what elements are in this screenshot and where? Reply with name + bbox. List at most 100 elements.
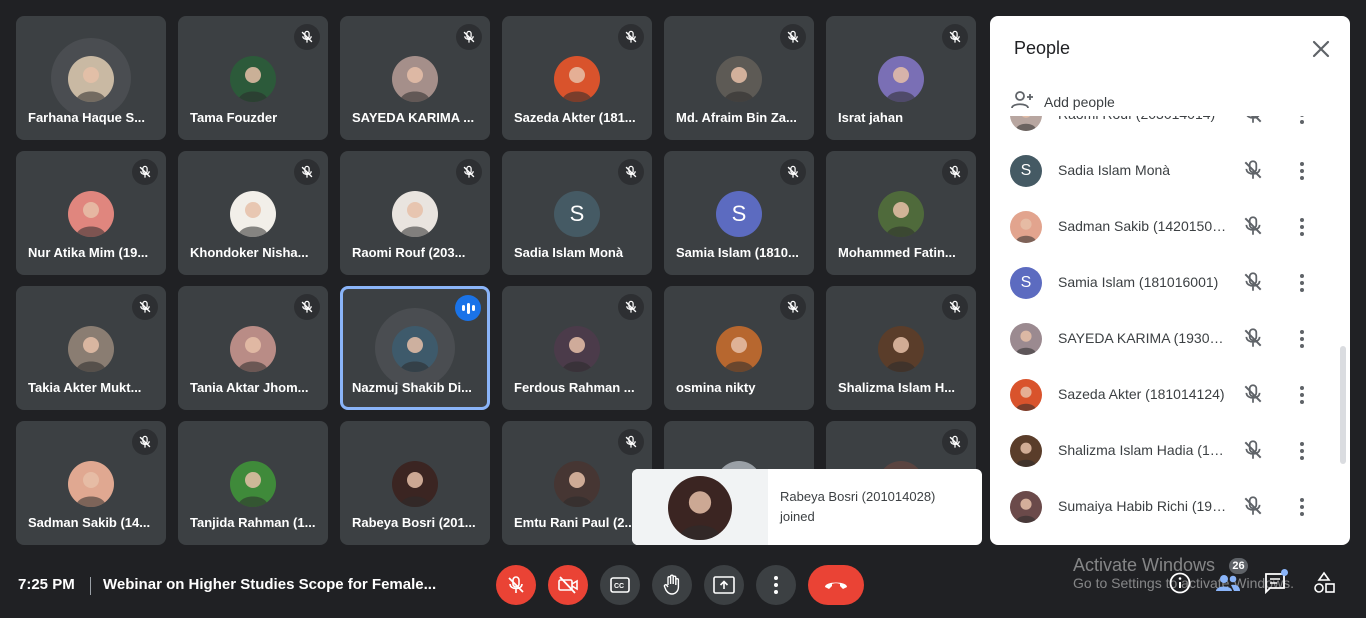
more-options-button[interactable] (756, 565, 796, 605)
participant-avatar (68, 56, 114, 102)
participant-avatar (716, 326, 762, 372)
participant-tile[interactable]: Takia Akter Mukt... (16, 286, 166, 410)
meeting-details-button[interactable] (1168, 571, 1194, 597)
participant-avatar (554, 461, 600, 507)
people-list-item[interactable]: SAYEDA KARIMA (193014... (990, 311, 1335, 367)
participant-avatar (554, 56, 600, 102)
people-list-scrollbar[interactable] (1340, 346, 1346, 464)
person-avatar (1010, 379, 1042, 411)
more-vert-icon[interactable] (1292, 439, 1312, 463)
mic-off-icon (132, 429, 158, 455)
participant-name: Samia Islam (1810... (676, 245, 799, 260)
divider (90, 577, 91, 595)
participant-tile[interactable]: Md. Afraim Bin Za... (664, 16, 814, 140)
participant-tile[interactable]: Shalizma Islam H... (826, 286, 976, 410)
mic-off-icon[interactable] (1242, 439, 1266, 463)
mic-off-icon (294, 294, 320, 320)
activities-button[interactable] (1312, 571, 1338, 597)
person-name: Sadman Sakib (142015023) (1058, 218, 1228, 234)
participant-tile[interactable]: osmina nikty (664, 286, 814, 410)
participant-tile[interactable]: Nazmuj Shakib Di... (340, 286, 490, 410)
more-vert-icon[interactable] (1292, 383, 1312, 407)
participant-avatar (392, 461, 438, 507)
mic-off-icon[interactable] (1242, 215, 1266, 239)
people-button[interactable] (1215, 571, 1241, 597)
participant-tile[interactable]: Israt jahan (826, 16, 976, 140)
people-list-item[interactable]: Sadman Sakib (142015023) (990, 199, 1335, 255)
mic-off-icon (508, 576, 524, 593)
more-vert-icon[interactable] (1292, 215, 1312, 239)
mic-off-icon (132, 159, 158, 185)
participant-name: Nazmuj Shakib Di... (352, 380, 472, 395)
participant-name: Takia Akter Mukt... (28, 380, 142, 395)
hand-icon (663, 574, 680, 595)
participant-avatar (230, 461, 276, 507)
camera-toggle-button[interactable] (548, 565, 588, 605)
participant-tile[interactable]: Emtu Rani Paul (2... (502, 421, 652, 545)
more-vert-icon[interactable] (1292, 327, 1312, 351)
participant-tile[interactable]: S Sadia Islam Monà (502, 151, 652, 275)
raise-hand-button[interactable] (652, 565, 692, 605)
people-list-item[interactable]: S Sadia Islam Monà (990, 143, 1335, 199)
participant-avatar (716, 56, 762, 102)
more-vert-icon[interactable] (1292, 271, 1312, 295)
participant-tile[interactable]: S Samia Islam (1810... (664, 151, 814, 275)
mic-off-icon (294, 159, 320, 185)
more-vert-icon[interactable] (1292, 116, 1312, 127)
person-name: SAYEDA KARIMA (193014... (1058, 330, 1228, 346)
mic-off-icon (780, 294, 806, 320)
present-icon (713, 576, 735, 594)
more-vert-icon[interactable] (1292, 159, 1312, 183)
participant-tile[interactable]: Khondoker Nisha... (178, 151, 328, 275)
person-avatar (1010, 116, 1042, 131)
mic-off-icon[interactable] (1242, 271, 1266, 295)
people-list-item[interactable]: Raomi Rouf (203014014) (990, 116, 1335, 143)
participant-tile[interactable]: Sazeda Akter (181... (502, 16, 652, 140)
end-call-icon (825, 582, 847, 589)
participant-name: Raomi Rouf (203... (352, 245, 466, 260)
leave-call-button[interactable] (808, 565, 864, 605)
participant-tile[interactable]: Mohammed Fatin... (826, 151, 976, 275)
people-list-item[interactable]: Sumaiya Habib Richi (193... (990, 479, 1335, 535)
mic-off-icon (942, 159, 968, 185)
mic-off-icon[interactable] (1242, 159, 1266, 183)
participant-tile[interactable]: Raomi Rouf (203... (340, 151, 490, 275)
participant-tile[interactable]: Sadman Sakib (14... (16, 421, 166, 545)
participant-tile[interactable]: SAYEDA KARIMA ... (340, 16, 490, 140)
participant-avatar (68, 326, 114, 372)
people-list-item[interactable]: Sazeda Akter (181014124) (990, 367, 1335, 423)
participant-tile[interactable]: Tania Aktar Jhom... (178, 286, 328, 410)
microphone-toggle-button[interactable] (496, 565, 536, 605)
participant-tile[interactable]: Tanjida Rahman (1... (178, 421, 328, 545)
person-avatar (1010, 491, 1042, 523)
mic-off-icon (780, 159, 806, 185)
join-notification: Rabeya Bosri (201014028) joined (632, 469, 982, 545)
participant-tile[interactable]: Nur Atika Mim (19... (16, 151, 166, 275)
mic-off-icon[interactable] (1242, 327, 1266, 351)
mic-off-icon (618, 159, 644, 185)
captions-button[interactable]: CC (600, 565, 640, 605)
mic-off-icon[interactable] (1242, 383, 1266, 407)
participant-tile[interactable]: Tama Fouzder (178, 16, 328, 140)
more-vert-icon[interactable] (1292, 495, 1312, 519)
close-icon[interactable] (1310, 38, 1332, 60)
people-list[interactable]: Raomi Rouf (203014014)SSadia Islam Monà S… (990, 116, 1350, 545)
mic-off-icon (780, 24, 806, 50)
participant-avatar (68, 191, 114, 237)
people-list-item[interactable]: S Samia Islam (181016001) (990, 255, 1335, 311)
participant-name: Israt jahan (838, 110, 904, 125)
people-list-item[interactable]: Shalizma Islam Hadia (192... (990, 423, 1335, 479)
participant-tile[interactable]: Ferdous Rahman ... (502, 286, 652, 410)
mic-off-icon[interactable] (1242, 116, 1266, 127)
video-grid: Farhana Haque S... Tama Fouzder SAYEDA KAR… (16, 16, 976, 546)
mic-off-icon[interactable] (1242, 495, 1266, 519)
present-screen-button[interactable] (704, 565, 744, 605)
participant-tile[interactable]: Rabeya Bosri (201... (340, 421, 490, 545)
participant-tile[interactable]: Farhana Haque S... (16, 16, 166, 140)
add-people-button[interactable]: Add people (1010, 88, 1115, 115)
mic-off-icon (456, 159, 482, 185)
shapes-icon (1314, 571, 1335, 593)
mic-off-icon (618, 429, 644, 455)
people-panel-title: People (1014, 38, 1071, 58)
participant-name: Sadia Islam Monà (514, 245, 624, 260)
